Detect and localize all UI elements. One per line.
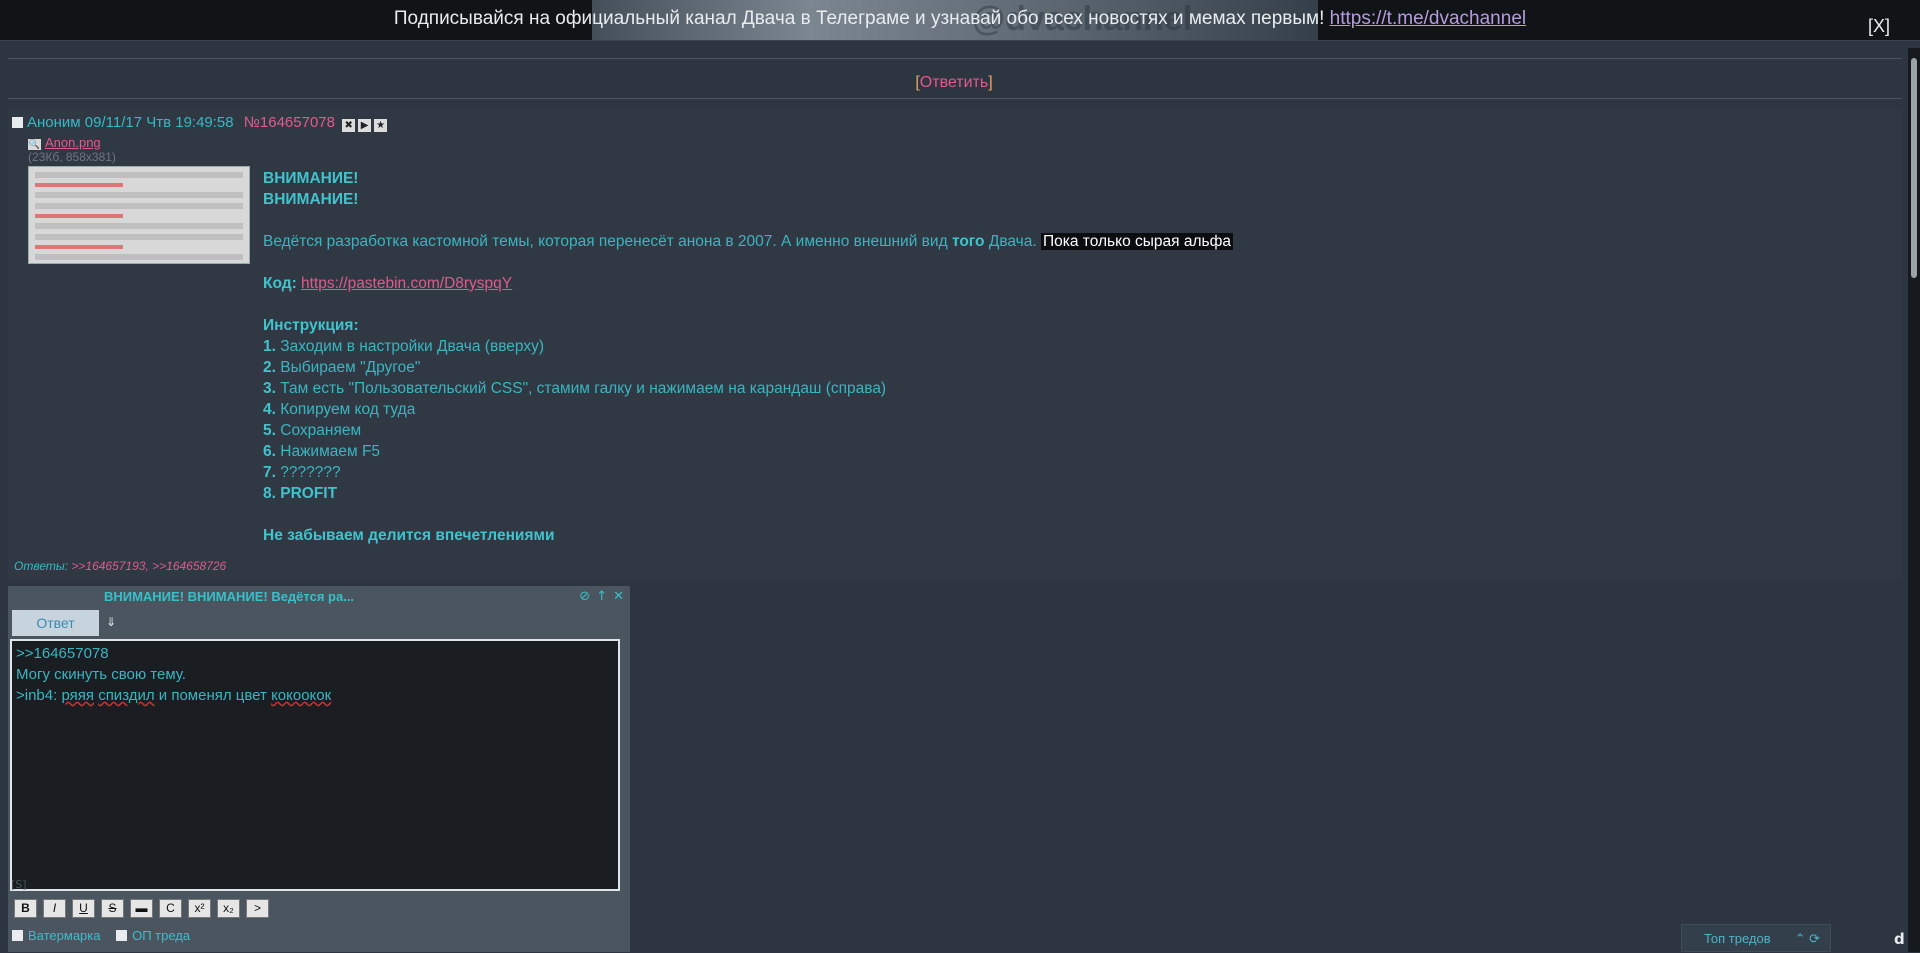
superscript-button[interactable]: x² xyxy=(188,899,211,918)
italic-button[interactable]: I xyxy=(43,899,66,918)
op-checkbox[interactable] xyxy=(116,930,128,941)
pastebin-link[interactable]: https://pastebin.com/D8ryspqY xyxy=(301,275,512,292)
warning-line: ВНИМАНИЕ! xyxy=(263,191,359,208)
scrollbar-thumb[interactable] xyxy=(1911,58,1917,278)
hide-icon[interactable]: ✖ xyxy=(342,119,356,132)
description-line: Ведётся разработка кастомной темы, котор… xyxy=(263,231,1233,252)
watermark-checkbox[interactable] xyxy=(12,930,23,941)
reply-ref-link[interactable]: >>164657193, xyxy=(71,559,148,573)
arrow-up-icon[interactable]: ↑ xyxy=(596,589,607,604)
top-threads-button[interactable]: Топ тредов ⌃ ⟳ xyxy=(1681,924,1831,952)
file-name-link[interactable]: Anon.png xyxy=(45,135,101,150)
step-item: 3. Там есть "Пользовательский CSS", стам… xyxy=(263,380,887,397)
watermark-label: Ватермарка xyxy=(28,928,101,943)
arrow-down-icon[interactable]: ⇓ xyxy=(106,615,120,629)
favorite-icon[interactable]: ★ xyxy=(374,119,388,132)
step-item: 4. Копируем код туда xyxy=(263,401,416,418)
banner-text: Подписывайся на официальный канал Двача … xyxy=(0,8,1920,30)
scrollbar[interactable] xyxy=(1908,48,1920,952)
step-item: 8. PROFIT xyxy=(263,485,338,502)
bold-button[interactable]: B xyxy=(14,899,37,918)
desc-text: Ведётся разработка кастомной темы, котор… xyxy=(263,233,952,250)
notification-bar: @dvachannel Подписывайся на официальный … xyxy=(0,0,1920,41)
top-threads-label: Топ тредов xyxy=(1704,931,1771,946)
format-toolbar: B I U S ▬ Cx² x₂ > xyxy=(14,898,275,918)
reply-ref-link[interactable]: >>164658726 xyxy=(152,559,226,573)
post-date: 09/11/17 Чтв 19:49:58 xyxy=(84,114,234,131)
post-header: Аноним 09/11/17 Чтв 19:49:58 №164657078 … xyxy=(12,114,388,132)
submit-reply-button[interactable]: Ответ xyxy=(12,610,99,636)
logo-icon: d xyxy=(1894,930,1905,948)
post-number[interactable]: №164657078 xyxy=(244,114,335,131)
step-item: 2. Выбираем "Другое" xyxy=(263,359,421,376)
quick-reply-tools: ⊘ ↑ ✕ xyxy=(573,589,624,604)
post-author: Аноним xyxy=(27,114,81,131)
divider xyxy=(8,58,1902,59)
op-label: ОП треда xyxy=(132,928,191,943)
quote-button[interactable]: > xyxy=(246,899,269,918)
textarea-note: [S] xyxy=(11,878,27,891)
post-checkbox[interactable] xyxy=(12,117,23,128)
subscript-button[interactable]: x₂ xyxy=(217,899,240,918)
underline-button[interactable]: U xyxy=(72,899,95,918)
banner-message: Подписывайся на официальный канал Двача … xyxy=(393,8,1325,29)
divider xyxy=(8,98,1902,99)
replies-line: Ответы: >>164657193, >>164658726 xyxy=(14,559,226,573)
replies-label: Ответы: xyxy=(14,559,69,573)
file-meta: (23Кб, 858x381) xyxy=(28,150,116,164)
attachment-thumbnail[interactable] xyxy=(28,166,250,264)
op-post: Аноним 09/11/17 Чтв 19:49:58 №164657078 … xyxy=(8,108,1902,580)
code-label: Код: xyxy=(263,275,297,292)
search-icon[interactable]: 🔍 xyxy=(28,139,41,150)
refresh-icon[interactable]: ⌃ ⟳ xyxy=(1795,925,1820,953)
quick-reply-title: ВНИМАНИЕ! ВНИМАНИЕ! Ведётся ра... xyxy=(103,589,355,604)
instruction-heading: Инструкция: xyxy=(263,317,359,334)
step-item: 7. ??????? xyxy=(263,464,341,481)
telegram-link[interactable]: https://t.me/dvachannel xyxy=(1330,8,1526,29)
quick-reply-header[interactable]: ВНИМАНИЕ! ВНИМАНИЕ! Ведётся ра... xyxy=(8,586,630,608)
close-banner-button[interactable]: [X] xyxy=(1868,16,1890,37)
warning-line: ВНИМАНИЕ! xyxy=(263,170,359,187)
reply-link-wrap: [Ответить] xyxy=(0,74,1908,92)
reply-textarea[interactable]: >>164657078 Могу скинуть свою тему. >inb… xyxy=(10,639,620,891)
play-icon[interactable]: ▶ xyxy=(358,119,372,132)
reply-link[interactable]: Ответить xyxy=(920,74,988,91)
code-button[interactable]: C xyxy=(159,899,182,918)
spoiler-text[interactable]: Пока только сырая альфа xyxy=(1040,233,1233,250)
step-item: 1. Заходим в настройки Двача (вверху) xyxy=(263,338,544,355)
quick-reply-form: ВНИМАНИЕ! ВНИМАНИЕ! Ведётся ра... ⊘ ↑ ✕ От… xyxy=(8,586,630,952)
close-icon[interactable]: ✕ xyxy=(613,589,624,604)
bracket-close: ] xyxy=(988,74,993,91)
desc-text: Двача. xyxy=(984,233,1037,250)
step-item: 6. Нажимаем F5 xyxy=(263,443,381,460)
post-options: Ватермарка ОП треда xyxy=(12,928,202,943)
post-message: ВНИМАНИЕ! ВНИМАНИЕ! Ведётся разработка к… xyxy=(263,168,1233,546)
footer-line: Не забываем делится впечетлениями xyxy=(263,527,555,544)
step-item: 5. Сохраняем xyxy=(263,422,362,439)
block-icon[interactable]: ⊘ xyxy=(579,589,590,604)
desc-bold: того xyxy=(951,233,985,250)
spoiler-button[interactable]: ▬ xyxy=(130,899,153,918)
strike-button[interactable]: S xyxy=(101,899,124,918)
file-info: 🔍 Anon.png (23Кб, 858x381) xyxy=(28,135,116,164)
